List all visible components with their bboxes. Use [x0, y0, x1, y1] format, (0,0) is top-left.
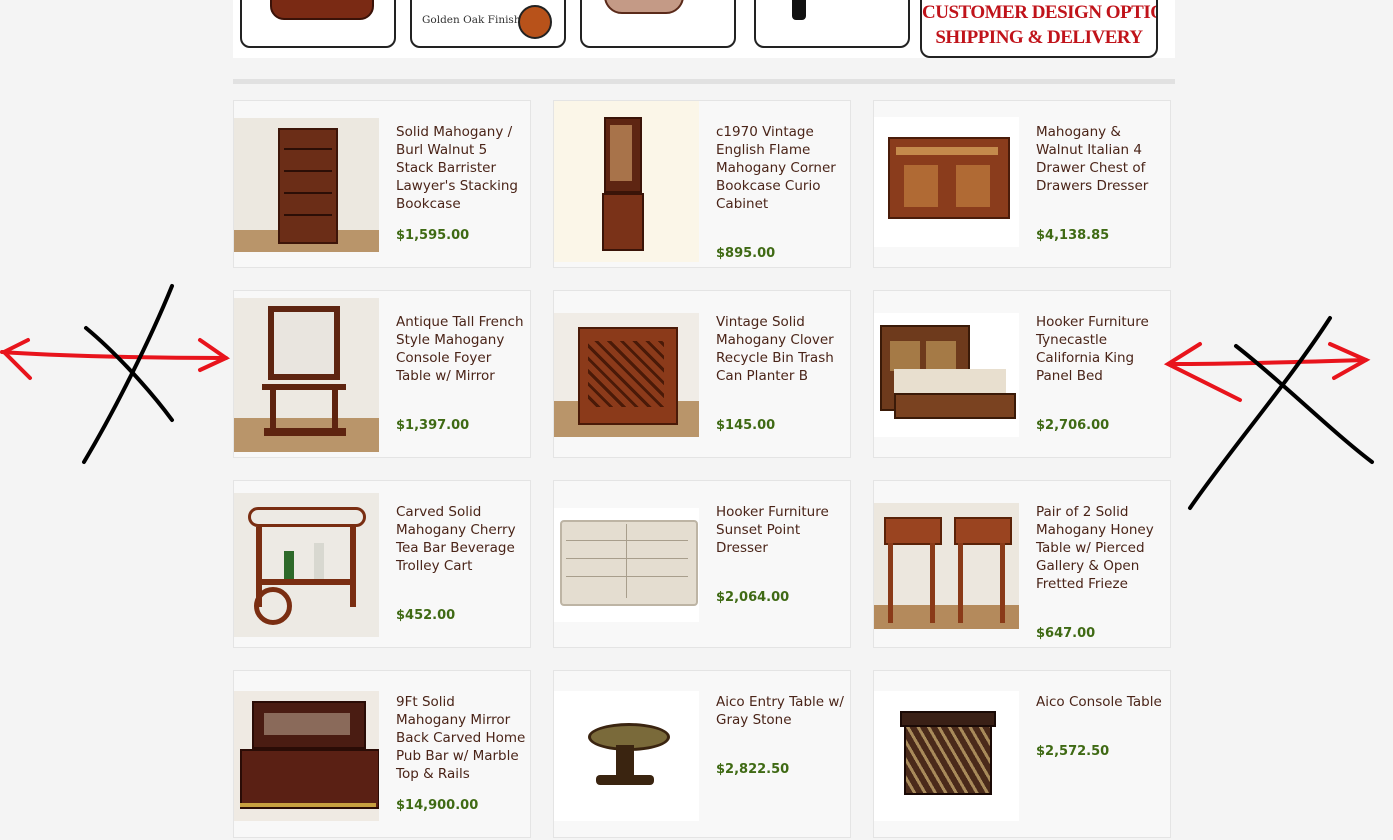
- product-title[interactable]: Hooker Furniture Sunset Point Dresser: [716, 503, 846, 557]
- product-title[interactable]: Antique Tall French Style Mahogany Conso…: [396, 313, 526, 385]
- product-card[interactable]: Antique Tall French Style Mahogany Conso…: [233, 290, 531, 458]
- product-image[interactable]: [234, 298, 379, 452]
- category-banner: Golden Oak Finish CUSTOMER DESIGN OPTION…: [233, 0, 1175, 58]
- product-card[interactable]: Pair of 2 Solid Mahogany Honey Table w/ …: [873, 480, 1171, 648]
- customer-design-shipping-tile[interactable]: CUSTOMER DESIGN OPTIONS SHIPPING & DELIV…: [920, 0, 1158, 58]
- furniture-thumbnail: [270, 0, 374, 20]
- product-title[interactable]: Aico Console Table: [1036, 693, 1166, 711]
- figure-silhouette: [792, 0, 806, 20]
- product-image[interactable]: [554, 691, 699, 821]
- customer-design-options-label: CUSTOMER DESIGN OPTIONS: [922, 2, 1156, 23]
- product-card[interactable]: Mahogany & Walnut Italian 4 Drawer Chest…: [873, 100, 1171, 268]
- product-price: $2,064.00: [716, 590, 790, 605]
- product-title[interactable]: Solid Mahogany / Burl Walnut 5 Stack Bar…: [396, 123, 526, 213]
- product-price: $2,822.50: [716, 762, 790, 777]
- right-cross-mark-icon: [1188, 316, 1374, 510]
- product-image[interactable]: [234, 691, 379, 821]
- product-title[interactable]: Mahogany & Walnut Italian 4 Drawer Chest…: [1036, 123, 1166, 195]
- product-image[interactable]: [554, 313, 699, 437]
- product-card[interactable]: Hooker Furniture Sunset Point Dresser $2…: [553, 480, 851, 648]
- product-card[interactable]: Vintage Solid Mahogany Clover Recycle Bi…: [553, 290, 851, 458]
- product-card[interactable]: c1970 Vintage English Flame Mahogany Cor…: [553, 100, 851, 268]
- product-price: $647.00: [1036, 626, 1096, 641]
- product-title[interactable]: Pair of 2 Solid Mahogany Honey Table w/ …: [1036, 503, 1166, 593]
- product-price: $4,138.85: [1036, 228, 1110, 243]
- product-image[interactable]: [234, 493, 379, 637]
- product-title[interactable]: Vintage Solid Mahogany Clover Recycle Bi…: [716, 313, 846, 385]
- product-card[interactable]: Aico Console Table $2,572.50: [873, 670, 1171, 838]
- product-image[interactable]: [874, 117, 1019, 247]
- product-card[interactable]: Aico Entry Table w/ Gray Stone $2,822.50: [553, 670, 851, 838]
- shipping-delivery-label: SHIPPING & DELIVERY: [935, 27, 1143, 48]
- product-price: $2,706.00: [1036, 418, 1110, 433]
- product-card[interactable]: Carved Solid Mahogany Cherry Tea Bar Bev…: [233, 480, 531, 648]
- banner-tile-4[interactable]: [754, 0, 910, 48]
- product-card[interactable]: 9Ft Solid Mahogany Mirror Back Carved Ho…: [233, 670, 531, 838]
- product-image[interactable]: [874, 313, 1019, 437]
- product-card[interactable]: Solid Mahogany / Burl Walnut 5 Stack Bar…: [233, 100, 531, 268]
- banner-tile-golden-oak[interactable]: Golden Oak Finish: [410, 0, 566, 48]
- product-title[interactable]: c1970 Vintage English Flame Mahogany Cor…: [716, 123, 846, 213]
- product-title[interactable]: Aico Entry Table w/ Gray Stone: [716, 693, 846, 729]
- furniture-thumbnail: [604, 0, 684, 14]
- product-title[interactable]: Carved Solid Mahogany Cherry Tea Bar Bev…: [396, 503, 526, 575]
- finish-swatch: [518, 5, 552, 39]
- product-image[interactable]: [554, 101, 699, 262]
- product-image[interactable]: [554, 508, 699, 622]
- section-divider: [233, 79, 1175, 84]
- left-cross-mark-icon: [82, 284, 174, 464]
- left-double-arrow-icon: [0, 338, 231, 380]
- product-image[interactable]: [874, 503, 1019, 629]
- product-price: $2,572.50: [1036, 744, 1110, 759]
- product-title[interactable]: Hooker Furniture Tynecastle California K…: [1036, 313, 1166, 385]
- banner-tile-3[interactable]: [580, 0, 736, 48]
- banner-tile-1[interactable]: [240, 0, 396, 48]
- right-double-arrow-icon: [1163, 342, 1371, 402]
- product-price: $14,900.00: [396, 798, 479, 813]
- product-image[interactable]: [234, 118, 379, 252]
- product-price: $145.00: [716, 418, 776, 433]
- product-price: $1,595.00: [396, 228, 470, 243]
- product-card[interactable]: Hooker Furniture Tynecastle California K…: [873, 290, 1171, 458]
- product-price: $452.00: [396, 608, 456, 623]
- product-image[interactable]: [874, 691, 1019, 821]
- product-title[interactable]: 9Ft Solid Mahogany Mirror Back Carved Ho…: [396, 693, 526, 783]
- product-price: $895.00: [716, 246, 776, 261]
- golden-oak-label: Golden Oak Finish: [422, 14, 521, 26]
- product-price: $1,397.00: [396, 418, 470, 433]
